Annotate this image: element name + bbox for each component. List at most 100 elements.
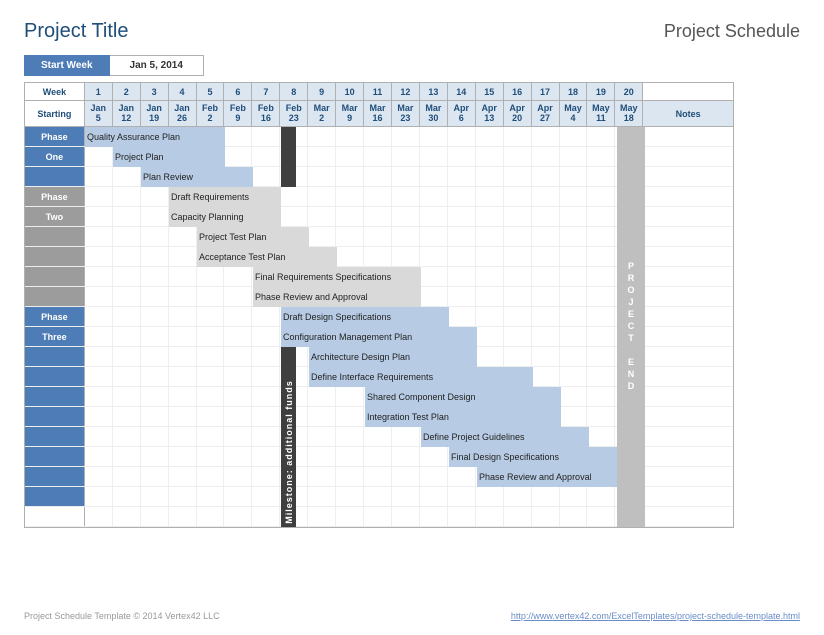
gantt-row (25, 287, 733, 307)
phase-label (25, 467, 85, 486)
gantt-row (25, 347, 733, 367)
phase-label (25, 487, 85, 506)
notes-cell[interactable] (643, 387, 733, 406)
phase-label (25, 407, 85, 426)
header-week-num: 2 (113, 83, 141, 101)
header-week-num: 18 (560, 83, 588, 101)
gantt-row: Three (25, 327, 733, 347)
header-date: Jan12 (113, 101, 141, 127)
header-week-num: 7 (252, 83, 280, 101)
header-week-num: 13 (420, 83, 448, 101)
header-week-num: 19 (587, 83, 615, 101)
gantt-row (25, 247, 733, 267)
header-week-num: 15 (476, 83, 504, 101)
notes-cell[interactable] (643, 187, 733, 206)
header-date: Feb16 (252, 101, 280, 127)
phase-label: One (25, 147, 85, 166)
gantt-row (25, 267, 733, 287)
notes-cell[interactable] (643, 307, 733, 326)
header-date: Feb9 (224, 101, 252, 127)
header-notes-label: Notes (643, 101, 733, 127)
notes-cell[interactable] (643, 447, 733, 466)
footer-copyright: Project Schedule Template © 2014 Vertex4… (24, 611, 220, 621)
notes-cell[interactable] (643, 127, 733, 146)
notes-cell[interactable] (643, 287, 733, 306)
header-date: Feb2 (197, 101, 225, 127)
notes-cell[interactable] (643, 427, 733, 446)
phase-label (25, 367, 85, 386)
header-week-num: 16 (504, 83, 532, 101)
header-week-label: Week (25, 83, 85, 101)
header-date: May11 (587, 101, 615, 127)
header-week-num: 14 (448, 83, 476, 101)
header-date: Jan26 (169, 101, 197, 127)
footer-link[interactable]: http://www.vertex42.com/ExcelTemplates/p… (511, 611, 800, 621)
notes-cell[interactable] (643, 227, 733, 246)
header-date: May18 (615, 101, 643, 127)
page-title: Project Title (24, 20, 128, 43)
gantt-row (25, 427, 733, 447)
notes-cell[interactable] (643, 487, 733, 506)
gantt-row: Phase (25, 187, 733, 207)
start-week-value[interactable]: Jan 5, 2014 (110, 55, 204, 76)
header-week-num: 17 (532, 83, 560, 101)
phase-label: Phase (25, 187, 85, 206)
phase-label (25, 447, 85, 466)
gantt-row: One (25, 147, 733, 167)
header-week-num: 12 (392, 83, 420, 101)
notes-cell[interactable] (643, 347, 733, 366)
header-date: Mar2 (308, 101, 336, 127)
notes-cell[interactable] (643, 147, 733, 166)
header-week-num: 1 (85, 83, 113, 101)
notes-cell[interactable] (643, 407, 733, 426)
header-date: Jan5 (85, 101, 113, 127)
phase-label (25, 267, 85, 286)
header-date: Mar16 (364, 101, 392, 127)
notes-cell[interactable] (643, 207, 733, 226)
page-subtitle: Project Schedule (664, 21, 800, 42)
notes-cell[interactable] (643, 507, 733, 526)
header-week-num: 10 (336, 83, 364, 101)
notes-cell[interactable] (643, 327, 733, 346)
notes-cell[interactable] (643, 267, 733, 286)
header-week-num: 5 (197, 83, 225, 101)
gantt-row (25, 487, 733, 507)
header-date: Apr6 (448, 101, 476, 127)
header-date: Apr20 (504, 101, 532, 127)
header-week-num: 8 (280, 83, 308, 101)
gantt-row (25, 167, 733, 187)
phase-label (25, 347, 85, 366)
header-date: Mar23 (392, 101, 420, 127)
header-week-num: 4 (169, 83, 197, 101)
phase-label (25, 427, 85, 446)
gantt-row (25, 407, 733, 427)
gantt-row (25, 447, 733, 467)
phase-label (25, 227, 85, 246)
header-date: Mar9 (336, 101, 364, 127)
header-starting-label: Starting (25, 101, 85, 127)
header-week-num: 3 (141, 83, 169, 101)
phase-label (25, 247, 85, 266)
header-date: Mar30 (420, 101, 448, 127)
phase-label: Two (25, 207, 85, 226)
phase-label (25, 387, 85, 406)
header-date: Feb23 (280, 101, 308, 127)
header-date: May4 (560, 101, 588, 127)
phase-label (25, 287, 85, 306)
gantt-row (25, 367, 733, 387)
header-date: Jan19 (141, 101, 169, 127)
phase-label: Phase (25, 307, 85, 326)
header-week-num: 9 (308, 83, 336, 101)
header-notes-blank (643, 83, 733, 101)
phase-label: Phase (25, 127, 85, 146)
header-week-num: 6 (224, 83, 252, 101)
notes-cell[interactable] (643, 367, 733, 386)
header-week-num: 11 (364, 83, 392, 101)
notes-cell[interactable] (643, 467, 733, 486)
notes-cell[interactable] (643, 167, 733, 186)
gantt-row (25, 507, 733, 527)
notes-cell[interactable] (643, 247, 733, 266)
header-date: Apr27 (532, 101, 560, 127)
gantt-row (25, 467, 733, 487)
phase-label (25, 167, 85, 186)
